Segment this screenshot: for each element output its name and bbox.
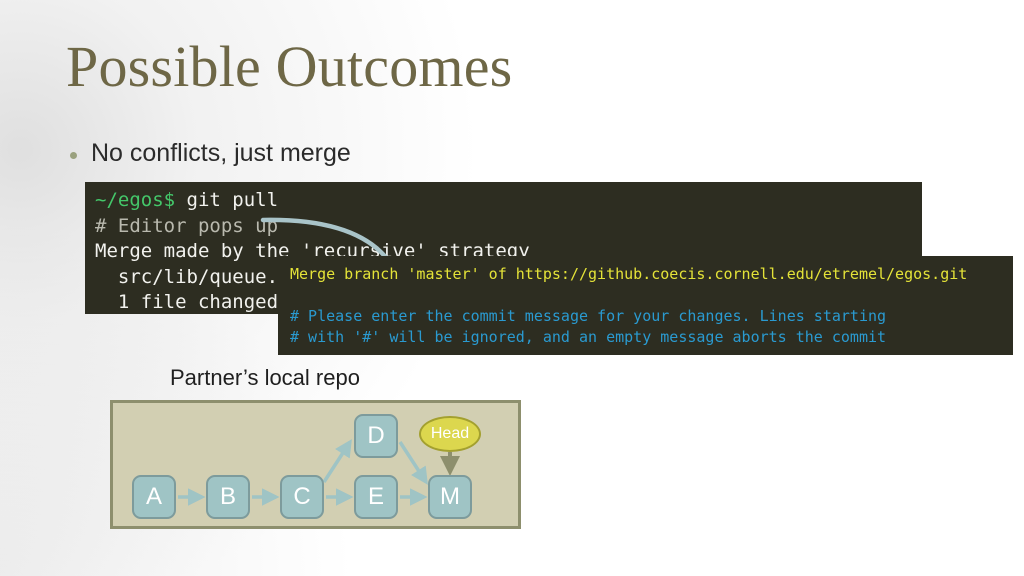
page-title: Possible Outcomes	[66, 34, 513, 99]
commit-node-m[interactable]: M	[428, 475, 472, 519]
editor-blank-line	[290, 285, 1013, 306]
slide-canvas: Possible Outcomes No conflicts, just mer…	[0, 0, 1024, 576]
bullet-dot-icon	[70, 152, 77, 159]
edge-d-m	[398, 441, 428, 485]
editor-hint-line-2: # with '#' will be ignored, and an empty…	[290, 328, 887, 346]
terminal-prompt: ~/egos$	[95, 189, 176, 211]
editor-hint-line-1: # Please enter the commit message for yo…	[290, 307, 887, 325]
terminal-output-line-2: src/lib/queue.c	[95, 265, 290, 288]
commit-node-a[interactable]: A	[132, 475, 176, 519]
repo-commit-graph: A B C D E M Head	[110, 400, 521, 529]
terminal-output-line-3: 1 file changed,	[95, 291, 290, 313]
commit-node-d[interactable]: D	[354, 414, 398, 458]
commit-message-text: Merge branch 'master' of https://github.…	[290, 265, 968, 283]
terminal-comment-line: # Editor pops up	[95, 214, 279, 237]
commit-node-c[interactable]: C	[280, 475, 324, 519]
head-pointer-badge: Head	[419, 416, 481, 452]
commit-node-b[interactable]: B	[206, 475, 250, 519]
bullet-item: No conflicts, just merge	[70, 138, 351, 168]
edge-c-d	[322, 439, 352, 483]
repo-diagram-caption: Partner’s local repo	[170, 365, 360, 390]
terminal-command: git pull	[175, 189, 279, 211]
commit-message-editor-window: Merge branch 'master' of https://github.…	[278, 256, 1013, 355]
commit-node-e[interactable]: E	[354, 475, 398, 519]
bullet-label: No conflicts, just merge	[91, 139, 351, 167]
